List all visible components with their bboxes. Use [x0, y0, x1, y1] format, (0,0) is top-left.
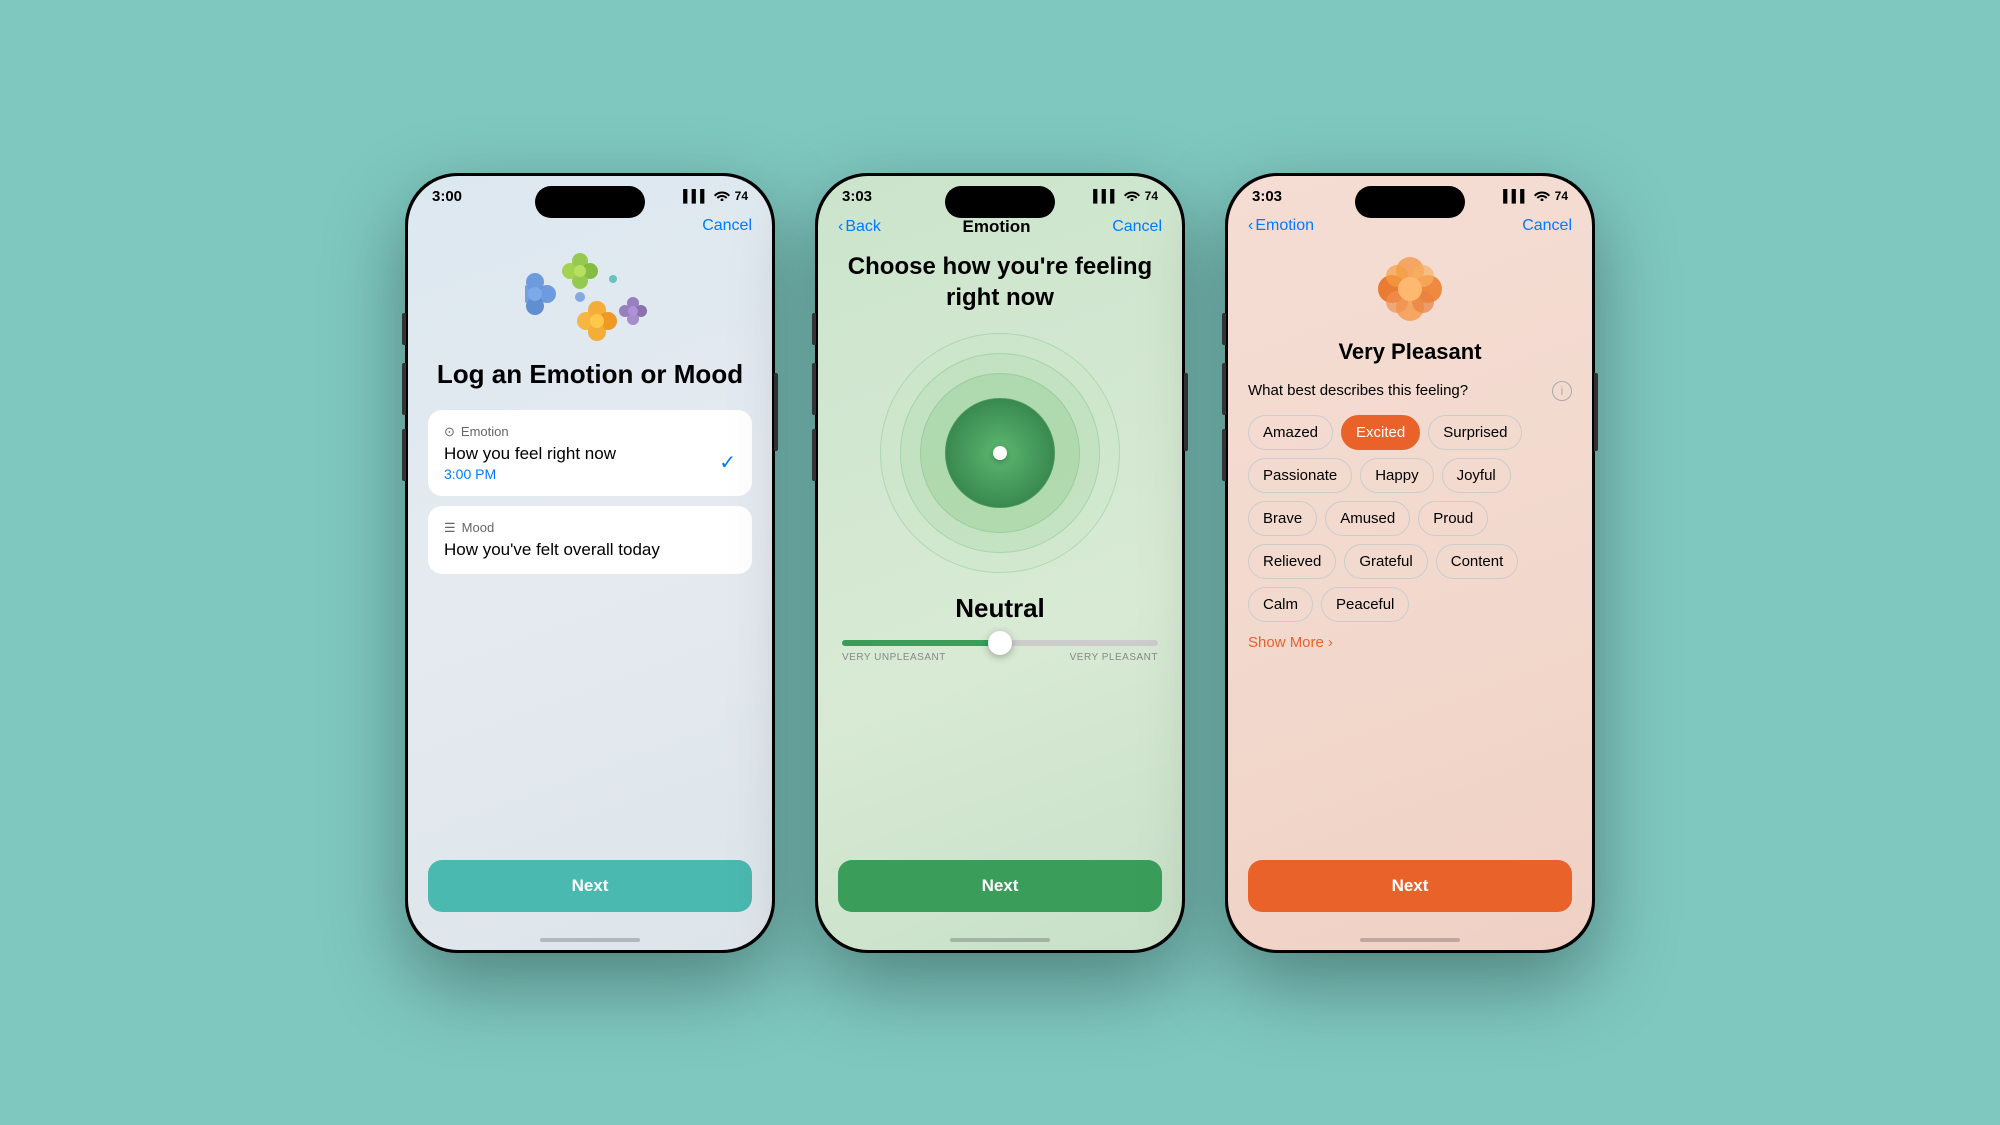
wifi-icon-2 [1124, 189, 1140, 204]
emotion-tag-surprised[interactable]: Surprised [1428, 415, 1522, 450]
back-chevron-icon: ‹ [838, 218, 843, 236]
wifi-icon-3 [1534, 189, 1550, 204]
emotion-tag-amazed[interactable]: Amazed [1248, 415, 1333, 450]
status-time-3: 3:03 [1252, 188, 1282, 205]
emotion-tags: AmazedExcitedSurprised PassionateHappy Joy… [1248, 415, 1572, 622]
mood-type-label: Mood [462, 520, 495, 535]
emotion-tag-grateful[interactable]: Grateful [1344, 544, 1427, 579]
emotion-tag-amused[interactable]: Amused [1325, 501, 1410, 536]
mood-icon: ☰ [444, 520, 456, 536]
cancel-button-1[interactable]: Cancel [702, 217, 752, 235]
battery-icon-1: 74 [735, 189, 748, 203]
show-more-chevron: › [1328, 634, 1333, 651]
dynamic-island-3 [1355, 186, 1465, 218]
emotion-tag-proud[interactable]: Proud [1418, 501, 1488, 536]
emotion-tag-joyful[interactable]: Joyful [1442, 458, 1511, 493]
mood-option[interactable]: ☰ Mood How you've felt overall today [428, 506, 752, 574]
emotion-tag-brave[interactable]: Brave [1248, 501, 1317, 536]
wheel-handle[interactable] [993, 446, 1007, 460]
emotion-option-header: ⊙ Emotion [444, 424, 736, 440]
emotion-checkmark: ✓ [719, 450, 736, 475]
slider-container: VERY UNPLEASANT VERY PLEASANT [838, 640, 1162, 663]
cancel-button-2[interactable]: Cancel [1112, 218, 1162, 236]
emotion-time: 3:00 PM [444, 466, 616, 482]
back-button-3[interactable]: ‹ Emotion [1248, 217, 1314, 235]
mood-option-header: ☰ Mood [444, 520, 736, 536]
flower-cluster-svg [525, 249, 655, 349]
screen2-content: Choose how you're feelingright now Neutr… [818, 241, 1182, 932]
mood-description: How you've felt overall today [444, 540, 736, 560]
pleasant-flower [1370, 249, 1450, 329]
dynamic-island-2 [945, 186, 1055, 218]
emotion-tag-relieved[interactable]: Relieved [1248, 544, 1336, 579]
phone-1: 3:00 ▌▌▌ 74 Cancel [405, 173, 775, 953]
emotion-tag-passionate[interactable]: Passionate [1248, 458, 1352, 493]
emotion-tag-happy[interactable]: Happy [1360, 458, 1433, 493]
pleasant-flower-svg [1370, 249, 1450, 329]
slider-left-label: VERY UNPLEASANT [842, 652, 946, 663]
info-icon[interactable]: i [1552, 381, 1572, 401]
home-indicator-3 [1360, 938, 1460, 942]
status-icons-1: ▌▌▌ 74 [683, 189, 748, 204]
next-button-3[interactable]: Next [1248, 860, 1572, 912]
status-icons-3: ▌▌▌ 74 [1503, 189, 1568, 204]
emotion-tag-excited[interactable]: Excited [1341, 415, 1420, 450]
describe-row: What best describes this feeling? i [1248, 381, 1572, 401]
status-icons-2: ▌▌▌ 74 [1093, 189, 1158, 204]
show-more-button[interactable]: Show More › [1248, 634, 1572, 651]
screen1-title: Log an Emotion or Mood [437, 359, 743, 390]
battery-icon-2: 74 [1145, 189, 1158, 203]
home-indicator-2 [950, 938, 1050, 942]
nav-title-2: Emotion [963, 217, 1031, 237]
status-time-2: 3:03 [842, 188, 872, 205]
slider-track[interactable] [842, 640, 1158, 646]
next-button-2[interactable]: Next [838, 860, 1162, 912]
phone-2: 3:03 ▌▌▌ 74 ‹ Back Emotion Cancel Choose… [815, 173, 1185, 953]
screen1-content: Log an Emotion or Mood ⊙ Emotion How you… [408, 239, 772, 932]
phone-3: 3:03 ▌▌▌ 74 ‹ Emotion Cancel [1225, 173, 1595, 953]
emotion-tag-calm[interactable]: Calm [1248, 587, 1313, 622]
emotion-option-row: How you feel right now 3:00 PM ✓ [444, 444, 736, 482]
dynamic-island-1 [535, 186, 645, 218]
screen3-content: Very Pleasant What best describes this f… [1228, 239, 1592, 932]
signal-icon-1: ▌▌▌ [683, 189, 709, 203]
slider-right-label: VERY PLEASANT [1070, 652, 1158, 663]
battery-icon-3: 74 [1555, 189, 1568, 203]
emotion-wheel [880, 333, 1120, 573]
describe-label: What best describes this feeling? [1248, 382, 1468, 399]
status-time-1: 3:00 [432, 188, 462, 205]
pleasant-title: Very Pleasant [1248, 339, 1572, 365]
slider-fill [842, 640, 1000, 646]
cancel-button-3[interactable]: Cancel [1522, 217, 1572, 235]
wifi-icon-1 [714, 189, 730, 204]
home-indicator-1 [540, 938, 640, 942]
flower-cluster [525, 249, 655, 349]
emotion-tag-peaceful[interactable]: Peaceful [1321, 587, 1409, 622]
back-label-3: Emotion [1255, 217, 1314, 235]
emotion-label: Neutral [955, 593, 1045, 624]
signal-icon-3: ▌▌▌ [1503, 189, 1529, 203]
emotion-description: How you feel right now [444, 444, 616, 464]
next-button-1[interactable]: Next [428, 860, 752, 912]
emotion-option-text: How you feel right now 3:00 PM [444, 444, 616, 482]
emotion-type-label: Emotion [461, 424, 509, 439]
feeling-title: Choose how you're feelingright now [848, 251, 1152, 313]
signal-icon-2: ▌▌▌ [1093, 189, 1119, 203]
back-chevron-icon-3: ‹ [1248, 217, 1253, 235]
emotion-tag-content[interactable]: Content [1436, 544, 1519, 579]
slider-thumb[interactable] [988, 631, 1012, 655]
emotion-icon: ⊙ [444, 424, 455, 440]
back-label-2: Back [845, 218, 881, 236]
show-more-label: Show More [1248, 634, 1324, 651]
back-button-2[interactable]: ‹ Back [838, 218, 881, 236]
emotion-option[interactable]: ⊙ Emotion How you feel right now 3:00 PM… [428, 410, 752, 496]
